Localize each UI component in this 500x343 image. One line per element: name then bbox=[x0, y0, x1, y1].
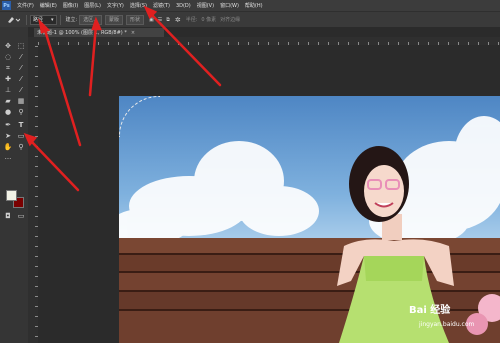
arrow-to-select-menu bbox=[148, 11, 222, 87]
arrow-to-shape-tool bbox=[28, 138, 80, 192]
arrowhead bbox=[37, 18, 51, 34]
arrowhead bbox=[91, 16, 102, 31]
arrow-to-mode-dropdown bbox=[42, 25, 82, 147]
annotation-arrows bbox=[23, 5, 222, 192]
arrow-to-build-options bbox=[88, 23, 98, 97]
